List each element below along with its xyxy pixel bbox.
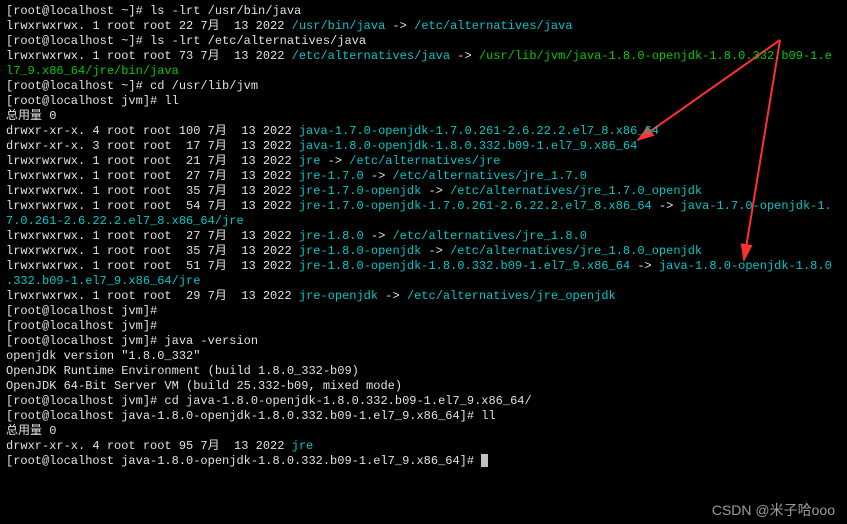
terminal-line: .332.b09-1.el7_9.x86_64/jre <box>6 274 841 289</box>
terminal-line: [root@localhost ~]# cd /usr/lib/jvm <box>6 79 841 94</box>
text-segment: jre-1.8.0-openjdk <box>299 244 421 258</box>
text-segment: [root@localhost jvm]# cd java-1.8.0-open… <box>6 394 532 408</box>
text-segment: drwxr-xr-x. 4 root root 100 7月 13 2022 <box>6 124 299 138</box>
terminal-line: lrwxrwxrwx. 1 root root 54 7月 13 2022 jr… <box>6 199 841 214</box>
text-segment: -> <box>450 49 479 63</box>
text-segment: /etc/alternatives/jre_openjdk <box>407 289 616 303</box>
text-segment: java-1.7.0-openjdk-1. <box>681 199 832 213</box>
text-segment: [root@localhost java-1.8.0-openjdk-1.8.0… <box>6 409 496 423</box>
text-segment: lrwxrwxrwx. 1 root root 35 7月 13 2022 <box>6 184 299 198</box>
terminal-line: [root@localhost java-1.8.0-openjdk-1.8.0… <box>6 454 841 469</box>
text-segment: /usr/lib/jvm/java-1.8.0-openjdk-1.8.0.33… <box>479 49 832 63</box>
text-segment: lrwxrwxrwx. 1 root root 22 7月 13 2022 <box>6 19 292 33</box>
text-segment: jre <box>299 154 321 168</box>
text-segment: l7_9.x86_64/jre/bin/java <box>6 64 179 78</box>
terminal-line: lrwxrwxrwx. 1 root root 35 7月 13 2022 jr… <box>6 184 841 199</box>
text-segment: -> <box>421 244 450 258</box>
text-segment: [root@localhost jvm]# <box>6 319 157 333</box>
terminal-line: OpenJDK Runtime Environment (build 1.8.0… <box>6 364 841 379</box>
terminal-line: [root@localhost ~]# ls -lrt /usr/bin/jav… <box>6 4 841 19</box>
text-segment: drwxr-xr-x. 3 root root 17 7月 13 2022 <box>6 139 299 153</box>
terminal-line: 总用量 0 <box>6 109 841 124</box>
text-segment: /etc/alternatives/jre_1.7.0 <box>392 169 586 183</box>
text-segment: [root@localhost jvm]# <box>6 304 157 318</box>
text-segment: -> <box>385 19 414 33</box>
terminal-line: openjdk version "1.8.0_332" <box>6 349 841 364</box>
terminal-line: l7_9.x86_64/jre/bin/java <box>6 64 841 79</box>
terminal-line: drwxr-xr-x. 3 root root 17 7月 13 2022 ja… <box>6 139 841 154</box>
terminal-line: [root@localhost jvm]# <box>6 319 841 334</box>
terminal-line: lrwxrwxrwx. 1 root root 27 7月 13 2022 jr… <box>6 229 841 244</box>
text-segment: 7.0.261-2.6.22.2.el7_8.x86_64/jre <box>6 214 244 228</box>
text-segment: lrwxrwxrwx. 1 root root 27 7月 13 2022 <box>6 169 299 183</box>
text-segment: [root@localhost jvm]# java -version <box>6 334 258 348</box>
terminal-line: 7.0.261-2.6.22.2.el7_8.x86_64/jre <box>6 214 841 229</box>
terminal-line: lrwxrwxrwx. 1 root root 22 7月 13 2022 /u… <box>6 19 841 34</box>
terminal-line: [root@localhost jvm]# cd java-1.8.0-open… <box>6 394 841 409</box>
text-segment: lrwxrwxrwx. 1 root root 27 7月 13 2022 <box>6 229 299 243</box>
text-segment: jre <box>292 439 314 453</box>
text-segment: jre-openjdk <box>299 289 378 303</box>
terminal-line: [root@localhost ~]# ls -lrt /etc/alterna… <box>6 34 841 49</box>
terminal-line: lrwxrwxrwx. 1 root root 73 7月 13 2022 /e… <box>6 49 841 64</box>
text-segment: [root@localhost ~]# ls -lrt /etc/alterna… <box>6 34 366 48</box>
text-segment: OpenJDK 64-Bit Server VM (build 25.332-b… <box>6 379 402 393</box>
terminal-output[interactable]: [root@localhost ~]# ls -lrt /usr/bin/jav… <box>6 4 841 469</box>
terminal-line: OpenJDK 64-Bit Server VM (build 25.332-b… <box>6 379 841 394</box>
watermark: CSDN @米子哈ooo <box>712 503 835 518</box>
text-segment: .332.b09-1.el7_9.x86_64/jre <box>6 274 200 288</box>
text-segment: [root@localhost jvm]# ll <box>6 94 179 108</box>
text-segment: -> <box>630 259 659 273</box>
terminal-line: drwxr-xr-x. 4 root root 95 7月 13 2022 jr… <box>6 439 841 454</box>
terminal-line: lrwxrwxrwx. 1 root root 21 7月 13 2022 jr… <box>6 154 841 169</box>
text-segment: -> <box>652 199 681 213</box>
text-segment: OpenJDK Runtime Environment (build 1.8.0… <box>6 364 359 378</box>
text-segment: java-1.8.0-openjdk-1.8.0 <box>659 259 832 273</box>
terminal-line: lrwxrwxrwx. 1 root root 51 7月 13 2022 jr… <box>6 259 841 274</box>
text-segment: jre-1.8.0 <box>299 229 364 243</box>
text-segment: [root@localhost ~]# ls -lrt /usr/bin/jav… <box>6 4 301 18</box>
text-segment: -> <box>378 289 407 303</box>
text-segment: jre-1.7.0 <box>299 169 364 183</box>
text-segment: lrwxrwxrwx. 1 root root 51 7月 13 2022 <box>6 259 299 273</box>
text-segment: -> <box>364 169 393 183</box>
terminal-line: lrwxrwxrwx. 1 root root 35 7月 13 2022 jr… <box>6 244 841 259</box>
text-segment: lrwxrwxrwx. 1 root root 29 7月 13 2022 <box>6 289 299 303</box>
terminal-line: [root@localhost jvm]# java -version <box>6 334 841 349</box>
text-segment: -> <box>320 154 349 168</box>
text-segment: lrwxrwxrwx. 1 root root 54 7月 13 2022 <box>6 199 299 213</box>
text-segment: [root@localhost ~]# cd /usr/lib/jvm <box>6 79 258 93</box>
text-segment: java-1.7.0-openjdk-1.7.0.261-2.6.22.2.el… <box>299 124 659 138</box>
text-segment: /etc/alternatives/jre_1.8.0 <box>392 229 586 243</box>
text-segment: /etc/alternatives/java <box>414 19 572 33</box>
text-segment: [root@localhost java-1.8.0-openjdk-1.8.0… <box>6 454 481 468</box>
text-segment: -> <box>364 229 393 243</box>
text-segment: lrwxrwxrwx. 1 root root 73 7月 13 2022 <box>6 49 292 63</box>
cursor <box>481 454 488 467</box>
text-segment: java-1.8.0-openjdk-1.8.0.332.b09-1.el7_9… <box>299 139 637 153</box>
text-segment: -> <box>421 184 450 198</box>
text-segment: openjdk version "1.8.0_332" <box>6 349 200 363</box>
terminal-line: [root@localhost jvm]# ll <box>6 94 841 109</box>
text-segment: jre-1.7.0-openjdk-1.7.0.261-2.6.22.2.el7… <box>299 199 652 213</box>
text-segment: 总用量 0 <box>6 109 56 123</box>
text-segment: /etc/alternatives/jre_1.8.0_openjdk <box>450 244 702 258</box>
text-segment: drwxr-xr-x. 4 root root 95 7月 13 2022 <box>6 439 292 453</box>
terminal-line: [root@localhost jvm]# <box>6 304 841 319</box>
text-segment: /etc/alternatives/jre_1.7.0_openjdk <box>450 184 702 198</box>
text-segment: /etc/alternatives/java <box>292 49 450 63</box>
text-segment: jre-1.7.0-openjdk <box>299 184 421 198</box>
text-segment: lrwxrwxrwx. 1 root root 21 7月 13 2022 <box>6 154 299 168</box>
terminal-line: drwxr-xr-x. 4 root root 100 7月 13 2022 j… <box>6 124 841 139</box>
text-segment: jre-1.8.0-openjdk-1.8.0.332.b09-1.el7_9.… <box>299 259 630 273</box>
text-segment: 总用量 0 <box>6 424 56 438</box>
text-segment: /etc/alternatives/jre <box>349 154 500 168</box>
terminal-line: lrwxrwxrwx. 1 root root 29 7月 13 2022 jr… <box>6 289 841 304</box>
text-segment: lrwxrwxrwx. 1 root root 35 7月 13 2022 <box>6 244 299 258</box>
terminal-line: 总用量 0 <box>6 424 841 439</box>
text-segment: /usr/bin/java <box>292 19 386 33</box>
terminal-line: lrwxrwxrwx. 1 root root 27 7月 13 2022 jr… <box>6 169 841 184</box>
terminal-line: [root@localhost java-1.8.0-openjdk-1.8.0… <box>6 409 841 424</box>
